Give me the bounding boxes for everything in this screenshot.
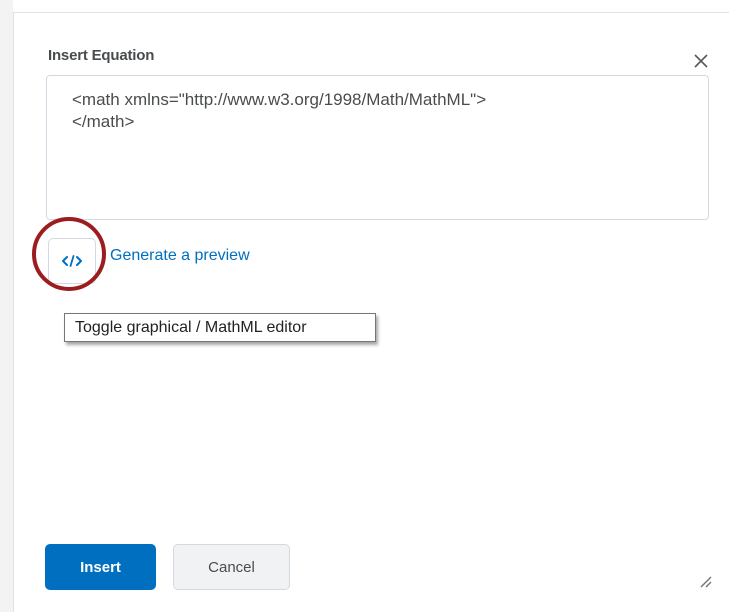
insert-equation-dialog: Insert Equation <math xmlns="http://www.… xyxy=(13,12,729,612)
close-button[interactable] xyxy=(690,50,712,72)
generate-preview-link[interactable]: Generate a preview xyxy=(110,247,250,265)
insert-button[interactable]: Insert xyxy=(45,544,156,590)
close-icon xyxy=(694,54,708,68)
toggle-editor-tooltip: Toggle graphical / MathML editor xyxy=(64,313,376,342)
background-strip xyxy=(0,0,13,612)
resize-handle-icon xyxy=(700,576,712,588)
mathml-editor[interactable]: <math xmlns="http://www.w3.org/1998/Math… xyxy=(46,75,709,220)
dialog-title: Insert Equation xyxy=(48,47,155,64)
cancel-button[interactable]: Cancel xyxy=(173,544,290,590)
highlight-annotation-circle xyxy=(32,217,106,291)
resize-handle[interactable] xyxy=(697,573,713,589)
